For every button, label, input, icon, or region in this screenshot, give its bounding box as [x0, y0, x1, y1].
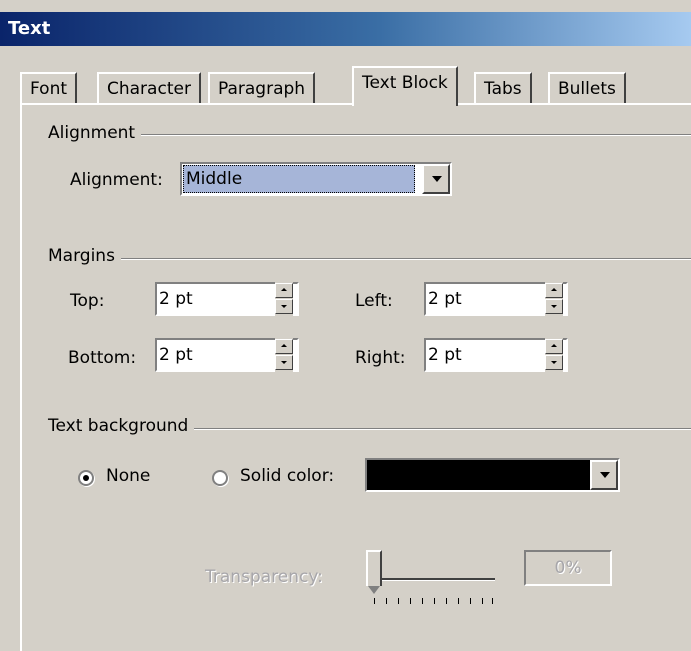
radio-solid-color[interactable] — [212, 470, 228, 486]
margins-group-line — [48, 258, 691, 260]
radio-solid-color-label: Solid color: — [240, 466, 335, 486]
radio-none[interactable] — [78, 470, 94, 486]
spin-up-icon[interactable] — [275, 283, 293, 298]
chevron-down-icon[interactable] — [422, 164, 450, 194]
background-group-title: Text background — [48, 416, 195, 436]
margins-group-title: Margins — [48, 246, 121, 266]
transparency-label: Transparency: — [205, 567, 323, 587]
alignment-group-line — [48, 134, 691, 136]
tab-strip: Font Character Paragraph Text Block Tabs… — [20, 66, 691, 106]
tab-tabs[interactable]: Tabs — [474, 72, 532, 104]
top-margin-label: Top: — [70, 291, 105, 311]
tab-panel-left-border — [20, 104, 22, 651]
top-margin-value: 2 pt — [159, 289, 193, 309]
left-margin-spinner[interactable] — [545, 282, 563, 316]
left-margin-value: 2 pt — [428, 289, 462, 309]
right-margin-value: 2 pt — [428, 345, 462, 365]
alignment-group-title: Alignment — [48, 123, 142, 143]
tab-character[interactable]: Character — [97, 72, 201, 104]
bottom-margin-spinner[interactable] — [275, 338, 293, 372]
transparency-slider-track[interactable] — [370, 578, 495, 581]
right-margin-spinner[interactable] — [545, 338, 563, 372]
spin-down-icon[interactable] — [275, 299, 293, 314]
transparency-slider-thumb[interactable] — [366, 550, 382, 594]
spin-down-icon[interactable] — [545, 299, 563, 314]
radio-none-label: None — [106, 466, 151, 486]
alignment-label: Alignment: — [70, 170, 163, 190]
transparency-slider-ticks — [374, 598, 494, 606]
window-title: Text — [0, 12, 691, 46]
bottom-margin-label: Bottom: — [68, 348, 137, 368]
tab-font[interactable]: Font — [20, 72, 78, 104]
tab-paragraph[interactable]: Paragraph — [208, 72, 316, 104]
solid-color-dropdown[interactable] — [365, 458, 620, 492]
dialog-body: Font Character Paragraph Text Block Tabs… — [0, 46, 691, 651]
transparency-value-field[interactable]: 0% — [524, 550, 612, 586]
tab-bullets[interactable]: Bullets — [548, 72, 626, 104]
bottom-margin-value: 2 pt — [159, 345, 193, 365]
top-margin-spinner[interactable] — [275, 282, 293, 316]
alignment-value: Middle — [186, 169, 243, 189]
spin-down-icon[interactable] — [545, 355, 563, 370]
spin-up-icon[interactable] — [545, 339, 563, 354]
spin-up-icon[interactable] — [275, 339, 293, 354]
chevron-down-icon[interactable] — [590, 460, 618, 490]
spin-up-icon[interactable] — [545, 283, 563, 298]
right-margin-label: Right: — [355, 348, 406, 368]
left-margin-label: Left: — [355, 291, 393, 311]
alignment-dropdown[interactable]: Middle — [180, 162, 452, 196]
spin-down-icon[interactable] — [275, 355, 293, 370]
tab-text-block[interactable]: Text Block — [352, 66, 458, 106]
